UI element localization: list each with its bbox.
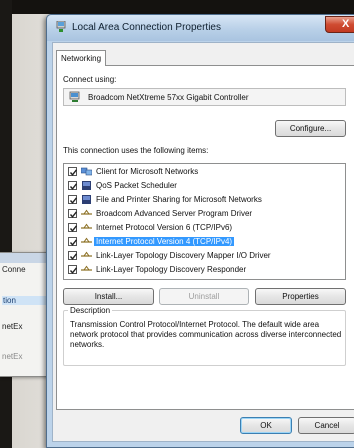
item-label: Link-Layer Topology Discovery Mapper I/O… (96, 251, 271, 260)
list-item-selected[interactable]: Internet Protocol Version 4 (TCP/IPv4) (64, 236, 345, 247)
photo-frame-top (0, 0, 354, 14)
item-label: QoS Packet Scheduler (96, 181, 177, 190)
item-checkbox[interactable] (68, 223, 78, 232)
components-list[interactable]: Client for Microsoft Networks QoS Packet… (63, 163, 346, 280)
item-checkbox[interactable] (68, 209, 78, 218)
protocol-icon (81, 251, 92, 257)
list-item[interactable]: Internet Protocol Version 6 (TCP/IPv6) (64, 222, 345, 233)
list-item[interactable]: Link-Layer Topology Discovery Mapper I/O… (64, 250, 345, 261)
networking-panel: Connect using: Broadcom NetXtreme 57xx G… (56, 65, 354, 410)
protocol-icon (81, 209, 92, 215)
items-label: This connection uses the following items… (63, 146, 209, 155)
item-checkbox[interactable] (68, 237, 78, 246)
uninstall-button[interactable]: Uninstall (159, 288, 249, 305)
service-icon (82, 195, 91, 204)
list-item[interactable]: Broadcom Advanced Server Program Driver (64, 208, 345, 219)
adapter-field: Broadcom NetXtreme 57xx Gigabit Controll… (63, 88, 346, 106)
item-label: Internet Protocol Version 6 (TCP/IPv6) (96, 223, 233, 232)
item-label: Client for Microsoft Networks (96, 167, 199, 176)
ok-button[interactable]: OK (240, 417, 292, 434)
photo-frame-left (0, 0, 12, 448)
protocol-icon (81, 237, 92, 243)
item-checkbox[interactable] (68, 195, 78, 204)
item-checkbox[interactable] (68, 251, 78, 260)
list-item[interactable]: QoS Packet Scheduler (64, 180, 345, 191)
dialog-title: Local Area Connection Properties (72, 22, 221, 33)
description-title: Description (68, 306, 113, 315)
description-group: Description Transmission Control Protoco… (63, 306, 346, 366)
tab-networking[interactable]: Networking (56, 50, 107, 66)
network-card-icon (69, 91, 80, 102)
background-window-item: netEx (2, 322, 23, 331)
background-window-item: netEx (2, 352, 23, 361)
connect-using-label: Connect using: (63, 75, 117, 84)
network-client-icon (81, 167, 92, 176)
list-item[interactable]: File and Printer Sharing for Microsoft N… (64, 194, 345, 205)
close-icon: X (342, 18, 350, 30)
item-label: Internet Protocol Version 4 (TCP/IPv4) (94, 237, 235, 246)
properties-dialog: Local Area Connection Properties X Netwo… (46, 14, 354, 448)
title-bar[interactable]: Local Area Connection Properties X (47, 15, 354, 41)
list-item[interactable]: Client for Microsoft Networks (64, 166, 345, 177)
item-checkbox[interactable] (68, 265, 78, 274)
item-checkbox[interactable] (68, 167, 78, 176)
background-window-item: Conne (2, 265, 26, 274)
item-label: Link-Layer Topology Discovery Responder (96, 265, 247, 274)
item-label: File and Printer Sharing for Microsoft N… (96, 195, 262, 204)
dialog-client-area: Networking Connect using: Broadcom NetXt… (52, 42, 354, 442)
item-label: Broadcom Advanced Server Program Driver (96, 209, 253, 218)
list-item[interactable]: Link-Layer Topology Discovery Responder (64, 264, 345, 275)
properties-button[interactable]: Properties (255, 288, 346, 305)
adapter-name: Broadcom NetXtreme 57xx Gigabit Controll… (88, 93, 249, 102)
service-icon (82, 181, 91, 190)
close-button[interactable]: X (325, 16, 354, 33)
install-button[interactable]: Install... (63, 288, 154, 305)
configure-button[interactable]: Configure... (275, 120, 346, 137)
network-adapter-icon (56, 21, 66, 32)
cancel-button[interactable]: Cancel (298, 417, 354, 434)
protocol-icon (81, 265, 92, 271)
protocol-icon (81, 223, 92, 229)
description-text: Transmission Control Protocol/Internet P… (70, 320, 342, 349)
item-checkbox[interactable] (68, 181, 78, 190)
